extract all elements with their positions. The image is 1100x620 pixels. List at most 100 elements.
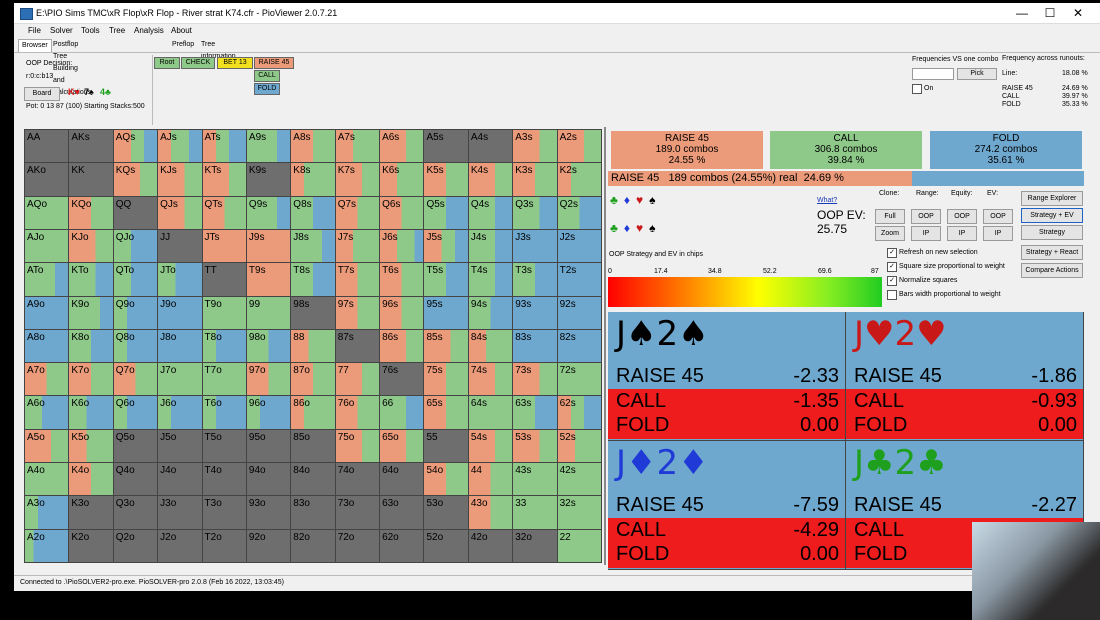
hand-cell[interactable]: 32o: [513, 529, 557, 562]
hand-cell[interactable]: 87o: [291, 363, 335, 396]
pick-button[interactable]: Pick: [957, 68, 997, 80]
hand-cell[interactable]: KQs: [113, 163, 158, 196]
hand-cell[interactable]: 98o: [246, 329, 291, 363]
hand-cell[interactable]: AJs: [158, 130, 202, 163]
hand-cell[interactable]: A5o: [25, 429, 69, 463]
equity-ip-button[interactable]: IP: [947, 226, 977, 241]
nav-root[interactable]: Root: [154, 57, 180, 69]
hand-cell[interactable]: K3s: [513, 163, 557, 196]
range-explorer-button[interactable]: Range Explorer: [1021, 191, 1083, 206]
hand-cell[interactable]: J5o: [158, 429, 202, 463]
on-checkbox[interactable]: [912, 84, 922, 94]
hand-cell[interactable]: A8s: [291, 130, 335, 163]
hand-cell[interactable]: JTs: [202, 229, 246, 263]
hand-cell[interactable]: 73s: [513, 363, 557, 396]
hand-cell[interactable]: T7s: [335, 263, 380, 296]
hand-cell[interactable]: KTo: [69, 263, 113, 296]
hand-cell[interactable]: J6o: [158, 396, 202, 429]
hand-cell[interactable]: T2s: [557, 263, 601, 296]
hand-cell[interactable]: A2s: [557, 130, 601, 163]
hand-cell[interactable]: 54o: [424, 463, 468, 496]
raise-summary-box[interactable]: RAISE 45 189.0 combos 24.55 %: [611, 131, 763, 169]
spade-icon[interactable]: ♠: [649, 221, 661, 235]
hand-cell[interactable]: 82o: [291, 529, 335, 562]
hand-cell[interactable]: T5s: [424, 263, 468, 296]
hand-cell[interactable]: T8o: [202, 329, 246, 363]
hand-cell[interactable]: K5s: [424, 163, 468, 196]
strategy-react-button[interactable]: Strategy + React: [1021, 245, 1083, 260]
tab-postflop[interactable]: Postflop Tree Building and Calculations: [50, 39, 94, 96]
hand-cell[interactable]: K3o: [69, 496, 113, 529]
nav-check[interactable]: CHECK: [181, 57, 215, 69]
hand-cell[interactable]: QJs: [158, 196, 202, 229]
hand-cell[interactable]: 43s: [513, 463, 557, 496]
zoom-button[interactable]: Zoom: [875, 226, 905, 241]
hand-cell[interactable]: 97o: [246, 363, 291, 396]
menu-solver[interactable]: Solver: [50, 26, 73, 35]
hand-cell[interactable]: 33: [513, 496, 557, 529]
hand-cell[interactable]: 83s: [513, 329, 557, 363]
hand-cell[interactable]: 82s: [557, 329, 601, 363]
hand-cell[interactable]: 43o: [468, 496, 513, 529]
hand-cell[interactable]: 62s: [557, 396, 601, 429]
hand-cell[interactable]: A6o: [25, 396, 69, 429]
hand-cell[interactable]: 65o: [380, 429, 424, 463]
hand-cell[interactable]: 64o: [380, 463, 424, 496]
hand-cell[interactable]: K2o: [69, 529, 113, 562]
hand-cell[interactable]: Q9o: [113, 296, 158, 329]
hand-cell[interactable]: 55: [424, 429, 468, 463]
hand-cell[interactable]: 62o: [380, 529, 424, 562]
refresh-checkbox[interactable]: ✓: [887, 248, 897, 258]
club-icon[interactable]: ♣: [610, 221, 624, 235]
tab-tree-information[interactable]: Tree information: [198, 39, 239, 60]
spade-icon[interactable]: ♠: [649, 193, 661, 207]
suit-selector-row-1[interactable]: ♣♦♥♠: [610, 193, 662, 207]
hand-cell[interactable]: QTo: [113, 263, 158, 296]
square-size-checkbox[interactable]: ✓: [887, 262, 897, 272]
hand-cell[interactable]: Q3s: [513, 196, 557, 229]
hand-cell[interactable]: K7s: [335, 163, 380, 196]
hand-cell[interactable]: A3s: [513, 130, 557, 163]
normalize-checkbox[interactable]: ✓: [887, 276, 897, 286]
menu-file[interactable]: File: [28, 26, 41, 35]
hand-cell[interactable]: 95o: [246, 429, 291, 463]
hand-cell[interactable]: KK: [69, 163, 113, 196]
hand-cell[interactable]: 52o: [424, 529, 468, 562]
hand-cell[interactable]: 83o: [291, 496, 335, 529]
hand-cell[interactable]: Q6o: [113, 396, 158, 429]
range-oop-button[interactable]: OOP: [911, 209, 941, 224]
hand-cell[interactable]: 93s: [513, 296, 557, 329]
club-icon[interactable]: ♣: [610, 193, 624, 207]
hand-cell[interactable]: J8o: [158, 329, 202, 363]
hand-cell[interactable]: 86o: [291, 396, 335, 429]
hand-cell[interactable]: 77: [335, 363, 380, 396]
maximize-button[interactable]: ☐: [1036, 5, 1064, 21]
nav-call[interactable]: CALL: [254, 70, 280, 82]
hand-cell[interactable]: A3o: [25, 496, 69, 529]
hand-cell[interactable]: KQo: [69, 196, 113, 229]
hand-cell[interactable]: Q2s: [557, 196, 601, 229]
hand-cell[interactable]: J7s: [335, 229, 380, 263]
tab-browser[interactable]: Browser: [18, 39, 52, 52]
combo-panel[interactable]: J♦2♦ RAISE 45 -7.59 CALL -4.29 FOLD 0.00: [608, 441, 846, 570]
hand-cell[interactable]: K9s: [246, 163, 291, 196]
combo-panel[interactable]: J♥2♥ RAISE 45 -1.86 CALL -0.93 FOLD 0.00: [846, 312, 1084, 441]
hand-cell[interactable]: J3s: [513, 229, 557, 263]
hand-cell[interactable]: A9s: [246, 130, 291, 163]
hand-cell[interactable]: 54s: [468, 429, 513, 463]
heart-icon[interactable]: ♥: [636, 221, 649, 235]
hand-cell[interactable]: AJo: [25, 229, 69, 263]
hand-cell[interactable]: Q7o: [113, 363, 158, 396]
suit-selector-row-2[interactable]: ♣♦♥♠: [610, 221, 662, 235]
hand-cell[interactable]: 44: [468, 463, 513, 496]
hand-cell[interactable]: J6s: [380, 229, 424, 263]
hand-cell[interactable]: J2o: [158, 529, 202, 562]
hand-cell[interactable]: A2o: [25, 529, 69, 562]
nav-raise-45[interactable]: RAISE 45: [254, 57, 294, 69]
hand-cell[interactable]: T7o: [202, 363, 246, 396]
hand-cell[interactable]: A4o: [25, 463, 69, 496]
hand-cell[interactable]: 53s: [513, 429, 557, 463]
what-link[interactable]: What?: [817, 197, 837, 204]
hand-cell[interactable]: A8o: [25, 329, 69, 363]
hand-cell[interactable]: K8o: [69, 329, 113, 363]
